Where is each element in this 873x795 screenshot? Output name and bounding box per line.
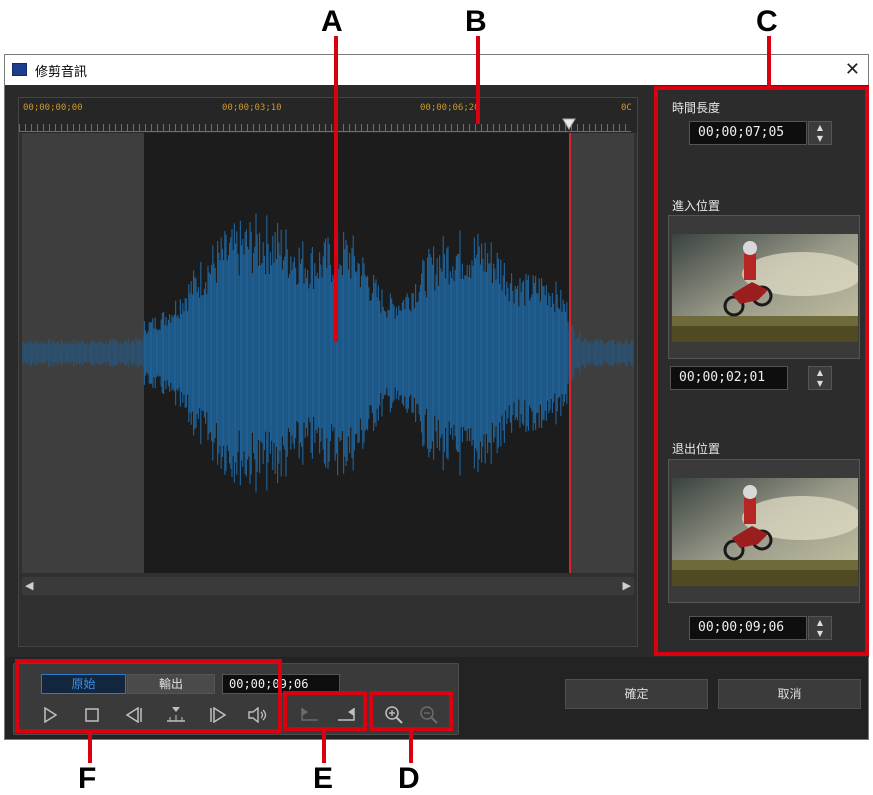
callout-f-box [15, 659, 282, 733]
callout-e-pointer [322, 731, 326, 763]
playhead-marker-icon[interactable] [562, 118, 576, 130]
callout-b-pointer [476, 36, 480, 124]
ruler-label: 00;00;00;00 [23, 103, 83, 113]
callout-c-pointer [767, 36, 771, 86]
callout-e-box [283, 691, 367, 731]
ruler-label: 00;00;06;20 [420, 103, 480, 113]
playhead-line[interactable] [569, 133, 571, 573]
ruler-label: 0C [621, 103, 632, 113]
callout-d-pointer [409, 731, 413, 763]
callout-a: A [321, 5, 343, 38]
title-bar: 修剪音訊 ✕ [5, 55, 868, 85]
callout-c: C [756, 5, 778, 38]
ruler-label: 00;00;03;10 [222, 103, 282, 113]
callout-f-pointer [88, 733, 92, 763]
callout-f: F [78, 762, 97, 795]
ruler-baseline [19, 131, 631, 132]
callout-a-pointer [334, 36, 338, 342]
app-icon [12, 63, 27, 76]
ok-button[interactable]: 確定 [565, 679, 708, 709]
scroll-left-icon[interactable]: ◀ [25, 579, 33, 592]
callout-d-box [369, 691, 453, 731]
audio-waveform [22, 213, 634, 493]
callout-b: B [465, 5, 487, 38]
horizontal-scrollbar[interactable]: ◀ ▶ [22, 577, 634, 595]
waveform-editor: 00;00;00;00 00;00;03;10 00;00;06;20 0C ◀… [18, 97, 638, 647]
callout-e: E [313, 762, 334, 795]
timeline-ruler[interactable]: 00;00;00;00 00;00;03;10 00;00;06;20 0C [19, 98, 637, 133]
cancel-button[interactable]: 取消 [718, 679, 861, 709]
callout-d: D [398, 762, 420, 795]
callout-c-box [654, 86, 869, 656]
scroll-right-icon[interactable]: ▶ [623, 579, 631, 592]
window-title: 修剪音訊 [35, 65, 88, 80]
close-icon[interactable]: ✕ [845, 59, 860, 80]
waveform-area[interactable] [22, 133, 634, 573]
waveform-bars [22, 213, 634, 493]
